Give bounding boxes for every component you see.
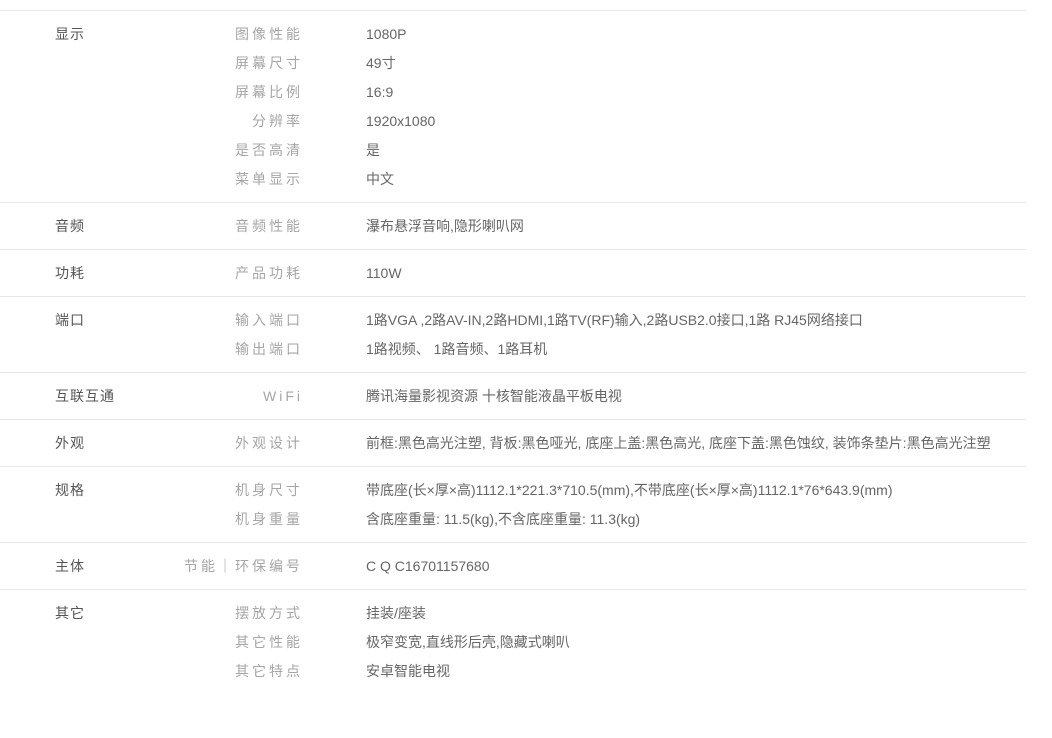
section-rows: 输入端口 1路VGA ,2路AV-IN,2路HDMI,1路TV(RF)输入,2路… [175,306,1026,364]
category-label: 主体 [0,552,175,581]
spec-value: 1路视频、 1路音频、1路耳机 [366,335,991,364]
section-rows: 产品功耗 110W [175,259,1026,288]
section-rows: 图像性能 1080P 屏幕尺寸 49寸 屏幕比例 16:9 分辨率 1920x1… [175,20,1026,194]
spec-label: 输入端口 [175,306,303,335]
category-label: 显示 [0,20,175,194]
spec-value: 带底座(长×厚×高)1112.1*221.3*710.5(mm),不带底座(长×… [366,476,991,505]
category-label: 端口 [0,306,175,364]
spec-label: 是否高清 [175,136,303,165]
spec-row: 机身重量 含底座重量: 11.5(kg),不含底座重量: 11.3(kg) [175,505,1026,534]
spec-value: 1080P [366,20,991,49]
spec-row: WiFi 腾讯海量影视资源 十核智能液晶平板电视 [175,382,1026,411]
spec-section: 显示 图像性能 1080P 屏幕尺寸 49寸 屏幕比例 16:9 分辨率 192… [0,10,1026,202]
section-rows: 机身尺寸 带底座(长×厚×高)1112.1*221.3*710.5(mm),不带… [175,476,1026,534]
spec-row: 音频性能 瀑布悬浮音响,隐形喇叭网 [175,212,1026,241]
category-label: 音频 [0,212,175,241]
spec-value: 含底座重量: 11.5(kg),不含底座重量: 11.3(kg) [366,505,991,534]
category-label: 互联互通 [0,382,175,411]
spec-row: 机身尺寸 带底座(长×厚×高)1112.1*221.3*710.5(mm),不带… [175,476,1026,505]
section-rows: 摆放方式 挂装/座装 其它性能 极窄变宽,直线形后壳,隐藏式喇叭 其它特点 安卓… [175,599,1026,686]
spec-value: 前框:黑色高光注塑, 背板:黑色哑光, 底座上盖:黑色高光, 底座下盖:黑色蚀纹… [366,429,991,458]
spec-label: 其它性能 [175,628,303,657]
spec-value: 110W [366,259,991,288]
spec-value: 1路VGA ,2路AV-IN,2路HDMI,1路TV(RF)输入,2路USB2.… [366,306,991,335]
spec-row: 输入端口 1路VGA ,2路AV-IN,2路HDMI,1路TV(RF)输入,2路… [175,306,1026,335]
spec-value: 中文 [366,165,991,194]
spec-label: 产品功耗 [175,259,303,288]
product-spec-table: 显示 图像性能 1080P 屏幕尺寸 49寸 屏幕比例 16:9 分辨率 192… [0,10,1026,694]
category-label: 其它 [0,599,175,686]
spec-row: 输出端口 1路视频、 1路音频、1路耳机 [175,335,1026,364]
spec-section: 外观 外观设计 前框:黑色高光注塑, 背板:黑色哑光, 底座上盖:黑色高光, 底… [0,419,1026,466]
category-label: 规格 [0,476,175,534]
spec-label: WiFi [175,382,303,411]
spec-row: 摆放方式 挂装/座装 [175,599,1026,628]
spec-label: 机身重量 [175,505,303,534]
spec-value: 1920x1080 [366,107,991,136]
category-label: 外观 [0,429,175,458]
spec-label: 屏幕尺寸 [175,49,303,78]
spec-value: 腾讯海量影视资源 十核智能液晶平板电视 [366,382,991,411]
spec-row: 节能｜环保编号 C Q C16701157680 [175,552,1026,581]
spec-label: 节能｜环保编号 [175,552,303,581]
spec-label: 屏幕比例 [175,78,303,107]
spec-section: 功耗 产品功耗 110W [0,249,1026,296]
spec-value: 瀑布悬浮音响,隐形喇叭网 [366,212,991,241]
section-rows: WiFi 腾讯海量影视资源 十核智能液晶平板电视 [175,382,1026,411]
spec-row: 屏幕尺寸 49寸 [175,49,1026,78]
spec-value: 极窄变宽,直线形后壳,隐藏式喇叭 [366,628,991,657]
section-rows: 外观设计 前框:黑色高光注塑, 背板:黑色哑光, 底座上盖:黑色高光, 底座下盖… [175,429,1026,458]
spec-label: 音频性能 [175,212,303,241]
spec-section: 规格 机身尺寸 带底座(长×厚×高)1112.1*221.3*710.5(mm)… [0,466,1026,542]
spec-section: 互联互通 WiFi 腾讯海量影视资源 十核智能液晶平板电视 [0,372,1026,419]
spec-label: 外观设计 [175,429,303,458]
spec-row: 产品功耗 110W [175,259,1026,288]
category-label: 功耗 [0,259,175,288]
spec-row: 菜单显示 中文 [175,165,1026,194]
spec-section: 音频 音频性能 瀑布悬浮音响,隐形喇叭网 [0,202,1026,249]
spec-row: 图像性能 1080P [175,20,1026,49]
spec-label: 输出端口 [175,335,303,364]
spec-value: 是 [366,136,991,165]
spec-label: 图像性能 [175,20,303,49]
spec-section: 其它 摆放方式 挂装/座装 其它性能 极窄变宽,直线形后壳,隐藏式喇叭 其它特点… [0,589,1026,694]
spec-value: 16:9 [366,78,991,107]
spec-section: 主体 节能｜环保编号 C Q C16701157680 [0,542,1026,589]
spec-row: 分辨率 1920x1080 [175,107,1026,136]
section-rows: 节能｜环保编号 C Q C16701157680 [175,552,1026,581]
spec-value: 49寸 [366,49,991,78]
spec-value: 安卓智能电视 [366,657,991,686]
spec-row: 外观设计 前框:黑色高光注塑, 背板:黑色哑光, 底座上盖:黑色高光, 底座下盖… [175,429,1026,458]
spec-row: 屏幕比例 16:9 [175,78,1026,107]
spec-row: 其它特点 安卓智能电视 [175,657,1026,686]
spec-label: 摆放方式 [175,599,303,628]
spec-label: 菜单显示 [175,165,303,194]
section-rows: 音频性能 瀑布悬浮音响,隐形喇叭网 [175,212,1026,241]
spec-row: 是否高清 是 [175,136,1026,165]
spec-value: 挂装/座装 [366,599,991,628]
spec-row: 其它性能 极窄变宽,直线形后壳,隐藏式喇叭 [175,628,1026,657]
spec-label: 其它特点 [175,657,303,686]
spec-section: 端口 输入端口 1路VGA ,2路AV-IN,2路HDMI,1路TV(RF)输入… [0,296,1026,372]
spec-label: 分辨率 [175,107,303,136]
spec-value: C Q C16701157680 [366,552,991,581]
spec-label: 机身尺寸 [175,476,303,505]
